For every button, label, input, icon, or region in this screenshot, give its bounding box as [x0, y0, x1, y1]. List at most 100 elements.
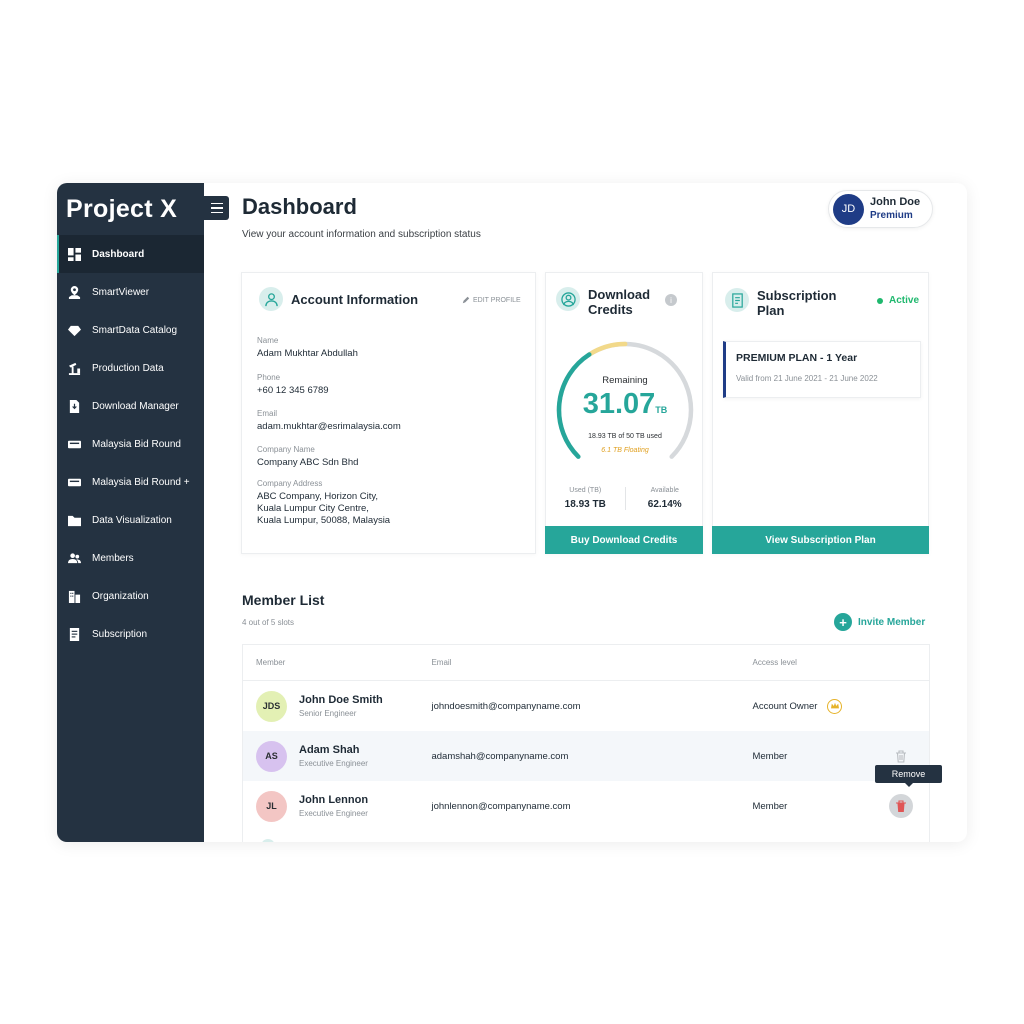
- sidebar-item-label: Download Manager: [92, 400, 179, 412]
- member-cell: AS Adam Shah Executive Engineer: [243, 740, 431, 772]
- brand-logo: Project X: [66, 195, 178, 223]
- plus-icon: +: [834, 613, 852, 631]
- field-value: Company ABC Sdn Bhd: [257, 457, 359, 468]
- remaining-number: 31.07: [582, 388, 656, 420]
- email-field: Email adam.mukhtar@esrimalaysia.com: [257, 409, 401, 433]
- plan-summary: PREMIUM PLAN - 1 Year Valid from 21 June…: [723, 341, 921, 398]
- member-role: Senior Engineer: [299, 708, 357, 718]
- company-name-field: Company Name Company ABC Sdn Bhd: [257, 445, 358, 469]
- field-value: +60 12 345 6789: [257, 385, 329, 396]
- field-label: Name: [257, 336, 279, 345]
- oil-pump-icon: [67, 361, 81, 375]
- view-subscription-plan-button[interactable]: View Subscription Plan: [712, 526, 929, 554]
- sidebar-item-members[interactable]: Members: [57, 539, 204, 577]
- sidebar-item-dashboard[interactable]: Dashboard: [57, 235, 204, 273]
- field-label: Company Address: [257, 479, 323, 488]
- sidebar-item-data-visualization[interactable]: Data Visualization: [57, 501, 204, 539]
- column-header-email: Email: [431, 658, 452, 667]
- avatar: AS: [256, 740, 287, 772]
- member-role: Executive Engineer: [299, 758, 368, 768]
- user-profile-chip[interactable]: JD John Doe Premium: [828, 190, 933, 228]
- member-name: Adam Shah: [299, 743, 360, 756]
- member-cell: JL John Lennon Executive Engineer: [243, 790, 431, 822]
- sidebar-item-malaysia-bid-round[interactable]: Malaysia Bid Round: [57, 425, 204, 463]
- sidebar: Project X Dashboard SmartViewer SmartDat…: [57, 183, 204, 842]
- subscription-plan-card: Subscription Plan Active PREMIUM PLAN - …: [712, 272, 929, 554]
- sidebar-item-subscription[interactable]: Subscription: [57, 615, 204, 653]
- access-level: Member: [752, 750, 788, 762]
- member-name: John Doe Smith: [299, 693, 383, 706]
- sidebar-item-download-manager[interactable]: Download Manager: [57, 387, 204, 425]
- address-line-2: Kuala Lumpur City Centre,: [257, 503, 369, 514]
- folder-icon: [67, 513, 81, 527]
- sidebar-item-organization[interactable]: Organization: [57, 577, 204, 615]
- diamond-icon: [67, 323, 81, 337]
- stat-label: Available: [650, 487, 679, 494]
- document-icon: [67, 627, 81, 641]
- field-value: adam.mukhtar@esrimalaysia.com: [257, 421, 401, 432]
- pencil-icon: [462, 296, 470, 304]
- sidebar-item-label: SmartData Catalog: [92, 324, 178, 336]
- used-summary: 18.93 TB of 50 TB used: [588, 433, 662, 440]
- sidebar-item-production-data[interactable]: Production Data: [57, 349, 204, 387]
- company-address-field: Company Address ABC Company, Horizon Cit…: [257, 479, 390, 527]
- sidebar-item-smartviewer[interactable]: SmartViewer: [57, 273, 204, 311]
- download-file-icon: [67, 399, 81, 413]
- table-row[interactable]: JDS John Doe Smith Senior Engineer johnd…: [243, 681, 929, 731]
- sidebar-item-malaysia-bid-round-plus[interactable]: Malaysia Bid Round +: [57, 463, 204, 501]
- member-slots: 4 out of 5 slots: [242, 618, 295, 627]
- app-window: Project X Dashboard SmartViewer SmartDat…: [57, 183, 967, 842]
- sidebar-item-smartdata-catalog[interactable]: SmartData Catalog: [57, 311, 204, 349]
- avatar: JL: [256, 790, 287, 822]
- floating-summary: 6.1 TB Floating: [601, 447, 649, 454]
- plan-validity: Valid from 21 June 2021 - 21 June 2022: [736, 374, 878, 383]
- mbr-badge-icon: [67, 437, 81, 451]
- address-line-1: ABC Company, Horizon City,: [257, 491, 379, 502]
- access-level: Member: [752, 800, 788, 812]
- subscription-title-line1: Subscription: [757, 288, 837, 303]
- table-row[interactable]: JL John Lennon Executive Engineer johnle…: [243, 781, 929, 831]
- column-header-access-label: Access level: [752, 658, 797, 667]
- download-user-icon: [556, 287, 580, 311]
- member-email: johnlennon@companyname.com: [431, 800, 571, 812]
- edit-profile-link[interactable]: EDIT PROFILE: [462, 296, 521, 304]
- member-email: johndoesmith@companyname.com: [431, 700, 581, 712]
- member-table: Member Email Access level JDS John Doe S…: [242, 644, 930, 842]
- remaining-label: Remaining: [602, 375, 648, 386]
- building-icon: [67, 589, 81, 603]
- user-name: John Doe: [870, 196, 921, 208]
- sidebar-item-label: Members: [92, 552, 134, 564]
- column-header-member: Member: [256, 658, 286, 667]
- avatar: JDS: [256, 690, 287, 722]
- trash-icon[interactable]: [889, 794, 913, 818]
- access-level: Account Owner: [752, 700, 818, 712]
- phone-field: Phone +60 12 345 6789: [257, 373, 329, 397]
- field-label: Email: [257, 409, 278, 418]
- table-header: Member Email Access level: [243, 645, 929, 681]
- download-credits-card: Download Credits i Remaining 31.07TB 18.…: [545, 272, 703, 554]
- remove-tooltip: Remove: [875, 765, 942, 787]
- edit-profile-label: EDIT PROFILE: [473, 296, 521, 304]
- field-value: Adam Mukhtar Abdullah: [257, 348, 358, 359]
- account-information-card: Account Information EDIT PROFILE Name Ad…: [241, 272, 536, 554]
- buy-download-credits-button[interactable]: Buy Download Credits: [545, 526, 703, 554]
- sidebar-item-label: Malaysia Bid Round +: [92, 476, 190, 488]
- field-label: Phone: [257, 373, 281, 382]
- user-tier: Premium: [870, 210, 913, 221]
- member-email: adamshah@companyname.com: [431, 750, 569, 762]
- member-cell: JDS John Doe Smith Senior Engineer: [243, 690, 431, 722]
- used-stat: Used (TB) 18.93 TB: [546, 487, 625, 510]
- main-content: Dashboard View your account information …: [204, 183, 967, 842]
- members-icon: [67, 551, 81, 565]
- address-line-3: Kuala Lumpur, 50088, Malaysia: [257, 515, 391, 526]
- avatar: [261, 839, 275, 842]
- info-icon[interactable]: i: [665, 294, 677, 306]
- available-stat: Available 62.14%: [624, 487, 705, 510]
- table-row[interactable]: AS Adam Shah Executive Engineer adamshah…: [243, 731, 929, 781]
- stat-value: 18.93 TB: [564, 499, 606, 510]
- mbr-plus-badge-icon: [67, 475, 81, 489]
- user-icon: [259, 287, 283, 311]
- invite-member-button[interactable]: + Invite Member: [834, 613, 925, 631]
- stat-value: 62.14%: [647, 499, 682, 510]
- column-header-access: Access level: [752, 658, 929, 667]
